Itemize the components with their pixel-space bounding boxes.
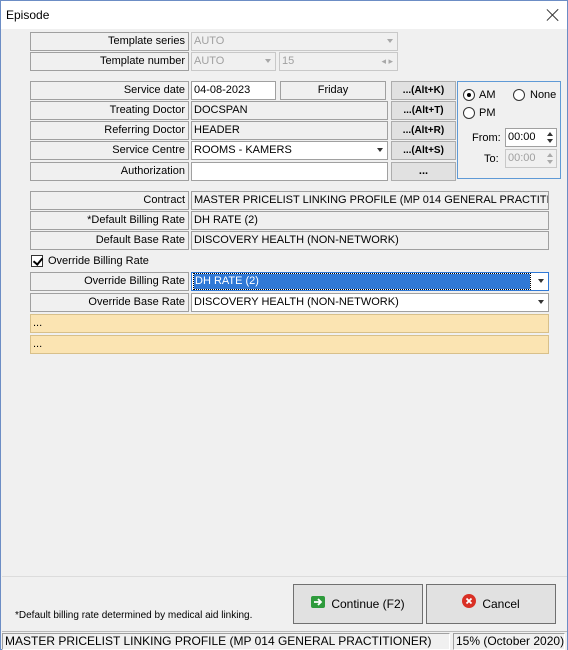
treating-doctor-button[interactable]: ...(Alt+T) (391, 101, 456, 120)
referring-doctor-field: HEADER (191, 121, 388, 140)
window-title: Episode (6, 8, 50, 22)
override-billing-rate-checkbox[interactable] (31, 255, 43, 267)
time-group: AM None PM From: 00:00 To: 00:00 (457, 81, 561, 179)
footer-note: *Default billing rate determined by medi… (15, 610, 253, 621)
chevron-down-icon (265, 59, 271, 63)
none-label: None (530, 89, 557, 101)
none-radio[interactable] (513, 89, 525, 101)
spin-up-icon (547, 153, 553, 157)
status-bar: MASTER PRICELIST LINKING PROFILE (MP 014… (2, 631, 567, 650)
override-billing-rate-check-label: Override Billing Rate (48, 255, 149, 267)
referring-doctor-label: Referring Doctor (30, 121, 189, 140)
referring-doctor-button[interactable]: ...(Alt+R) (391, 121, 456, 140)
to-time-value: 00:00 (508, 152, 536, 164)
default-base-rate-label: Default Base Rate (30, 231, 189, 250)
template-number-select[interactable]: AUTO (191, 52, 276, 71)
contract-label: Contract (30, 191, 189, 210)
service-date-input[interactable]: 04-08-2023 (191, 81, 276, 100)
override-billing-rate-value: DH RATE (2) (193, 273, 531, 290)
spin-down-icon[interactable] (547, 139, 553, 143)
treating-doctor-label: Treating Doctor (30, 101, 189, 120)
info-line-1: ... (30, 314, 549, 333)
title-bar: Episode (1, 1, 567, 29)
chevron-down-icon (387, 39, 393, 43)
spin-arrows-icon: ◂ ▸ (381, 56, 393, 66)
override-base-rate-value: DISCOVERY HEALTH (NON-NETWORK) (194, 296, 399, 308)
cancel-label: Cancel (482, 597, 520, 611)
service-date-label: Service date (30, 81, 189, 100)
default-billing-rate-field: DH RATE (2) (191, 211, 549, 230)
pm-label: PM (479, 107, 496, 119)
template-number-label: Template number (30, 52, 189, 71)
default-base-rate-field: DISCOVERY HEALTH (NON-NETWORK) (191, 231, 549, 250)
template-series-label: Template series (30, 32, 189, 51)
am-radio[interactable] (463, 89, 475, 101)
spin-down-icon (547, 160, 553, 164)
authorization-input[interactable] (191, 162, 388, 181)
override-billing-rate-label: Override Billing Rate (30, 272, 189, 291)
cancel-button[interactable]: Cancel (426, 584, 556, 624)
treating-doctor-field: DOCSPAN (191, 101, 388, 120)
cancel-icon (462, 585, 477, 623)
episode-window: Episode Template series AUTO Template nu… (0, 0, 568, 650)
authorization-button[interactable]: ... (391, 162, 456, 181)
template-number-spinner[interactable]: 15 ◂ ▸ (279, 52, 398, 71)
service-centre-value: ROOMS - KAMERS (194, 144, 292, 156)
footer-panel: *Default billing rate determined by medi… (2, 576, 567, 631)
template-number-value: AUTO (194, 55, 225, 67)
default-billing-rate-label: *Default Billing Rate (30, 211, 189, 230)
template-series-select[interactable]: AUTO (191, 32, 398, 51)
authorization-label: Authorization (30, 162, 189, 181)
status-rate: 15% (October 2020) (453, 633, 565, 650)
to-label: To: (484, 153, 499, 165)
to-time-input[interactable]: 00:00 (505, 149, 557, 168)
chevron-down-icon (377, 148, 383, 152)
status-contract: MASTER PRICELIST LINKING PROFILE (MP 014… (2, 633, 450, 650)
service-date-button[interactable]: ...(Alt+K) (391, 81, 456, 100)
override-base-rate-select[interactable]: DISCOVERY HEALTH (NON-NETWORK) (191, 293, 549, 312)
override-base-rate-label: Override Base Rate (30, 293, 189, 312)
template-series-value: AUTO (194, 35, 225, 47)
from-label: From: (472, 132, 501, 144)
chevron-down-icon (538, 300, 544, 304)
continue-label: Continue (F2) (331, 597, 405, 611)
from-time-value: 00:00 (508, 131, 536, 143)
service-centre-button[interactable]: ...(Alt+S) (391, 141, 456, 160)
template-number-extra: 15 (282, 55, 295, 67)
am-label: AM (479, 89, 496, 101)
from-time-input[interactable]: 00:00 (505, 128, 557, 147)
info-line-2: ... (30, 335, 549, 354)
service-centre-select[interactable]: ROOMS - KAMERS (191, 141, 388, 160)
close-icon[interactable] (545, 7, 561, 23)
override-billing-rate-select[interactable]: DH RATE (2) (191, 272, 549, 291)
service-day-label: Friday (280, 81, 386, 100)
chevron-down-icon (538, 279, 544, 283)
spin-up-icon[interactable] (547, 132, 553, 136)
contract-field: MASTER PRICELIST LINKING PROFILE (MP 014… (191, 191, 549, 210)
service-centre-label: Service Centre (30, 141, 189, 160)
continue-button[interactable]: Continue (F2) (293, 584, 423, 624)
arrow-right-icon (311, 585, 326, 623)
pm-radio[interactable] (463, 107, 475, 119)
